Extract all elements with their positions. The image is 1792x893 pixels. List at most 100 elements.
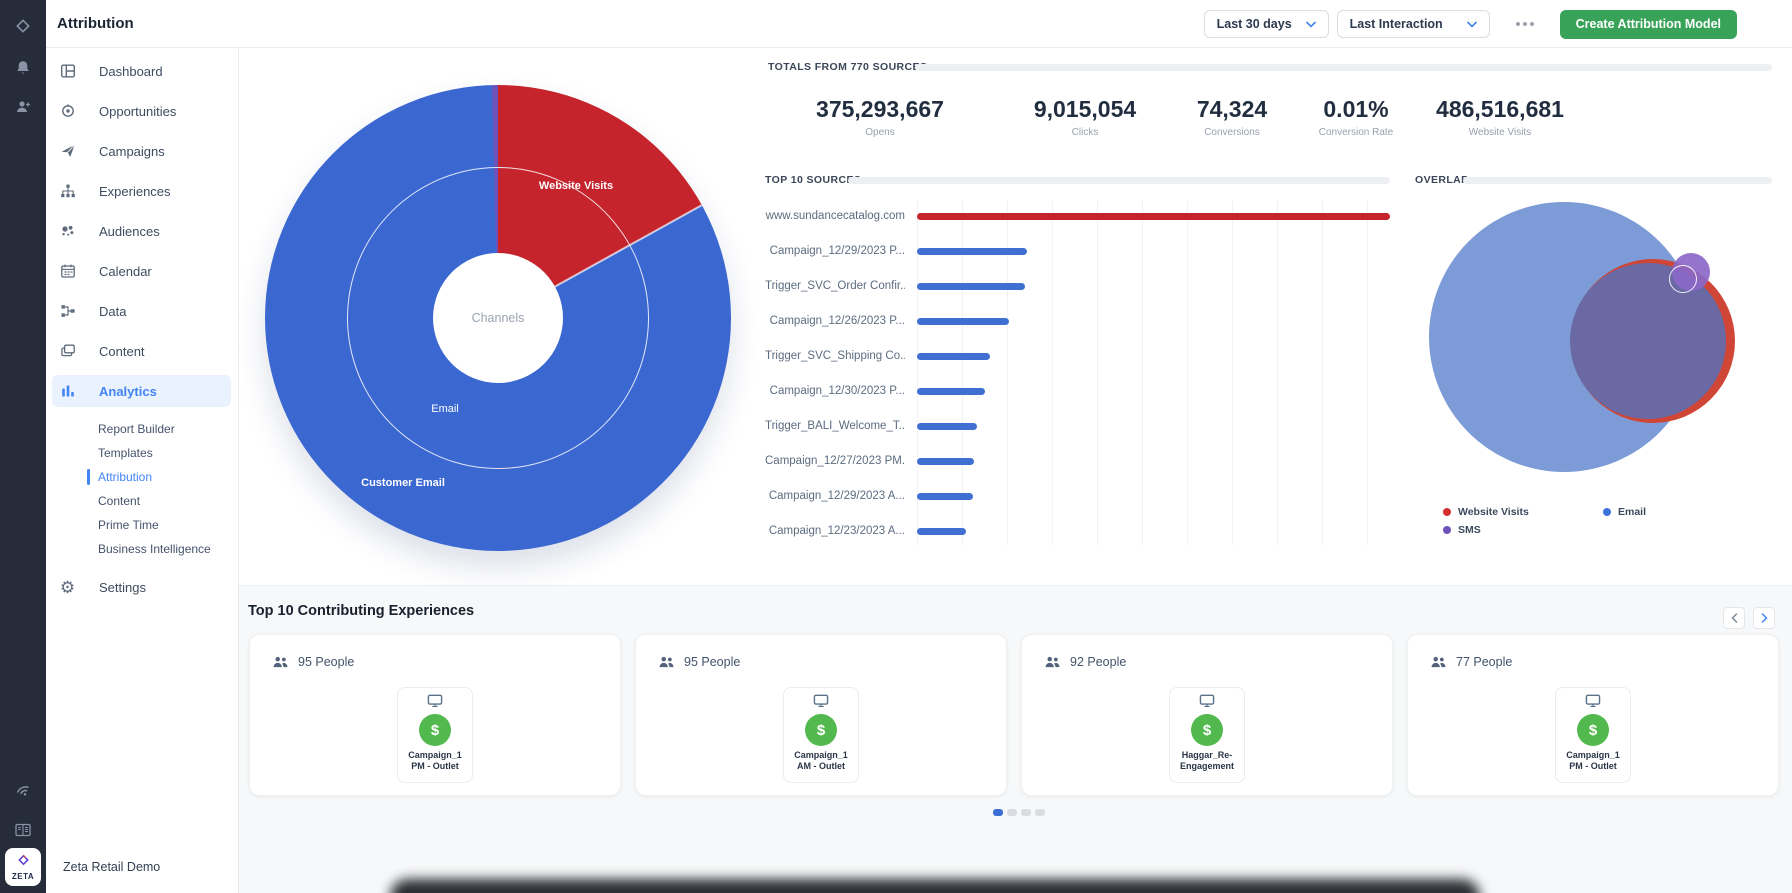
sidebar-item-calendar[interactable]: Calendar	[46, 251, 238, 291]
stat-opens: 375,293,667Opens	[770, 96, 990, 138]
experience-people-count: 95 People	[298, 655, 354, 669]
sidebar-item-opportunities[interactable]: Opportunities	[46, 91, 238, 131]
legend-item-sms: SMS	[1443, 524, 1481, 536]
channels-sunburst-chart[interactable]: Channels	[265, 85, 731, 551]
monitor-icon	[784, 694, 858, 710]
sidebar-subitem-attribution[interactable]: Attribution	[46, 465, 238, 489]
source-bar[interactable]	[917, 458, 974, 465]
experience-tile[interactable]: Campaign_1 AM - Outlet	[783, 687, 859, 783]
sidebar-item-content[interactable]: Content	[46, 331, 238, 371]
source-label[interactable]: www.sundancecatalog.com	[765, 210, 905, 222]
analytics-bars-icon	[59, 383, 76, 400]
source-bar[interactable]	[917, 528, 966, 535]
pagination-dot[interactable]	[1007, 809, 1017, 816]
notifications-bell-icon[interactable]	[0, 55, 46, 81]
source-bar-track	[917, 493, 1390, 500]
carousel-prev-button[interactable]	[1723, 607, 1745, 629]
experience-name: Campaign_1 AM - Outlet	[784, 750, 858, 771]
sidebar-item-label: Analytics	[99, 384, 157, 399]
sidebar-item-audiences[interactable]: Audiences	[46, 211, 238, 251]
source-label[interactable]: Trigger_SVC_Shipping Co...	[765, 350, 905, 362]
sidebar-item-label: Dashboard	[99, 64, 163, 79]
source-row: Campaign_12/29/2023 P...	[765, 243, 1391, 259]
date-range-select[interactable]: Last 30 days	[1204, 10, 1329, 38]
source-bar[interactable]	[917, 423, 977, 430]
stat-label: Opens	[770, 127, 990, 138]
source-label[interactable]: Campaign_12/26/2023 P...	[765, 315, 905, 327]
source-bar[interactable]	[917, 493, 973, 500]
sidebar-item-analytics[interactable]: Analytics	[52, 375, 231, 407]
sidebar-item-data[interactable]: Data	[46, 291, 238, 331]
target-icon	[59, 103, 76, 120]
source-row: Campaign_12/27/2023 PM...	[765, 453, 1391, 469]
source-bar[interactable]	[917, 283, 1025, 290]
source-row: www.sundancecatalog.com	[765, 208, 1391, 224]
source-bar[interactable]	[917, 353, 990, 360]
source-bar[interactable]	[917, 318, 1009, 325]
experience-tile[interactable]: Haggar_Re- Engagement	[1169, 687, 1245, 783]
top-sources-header: TOP 10 SOURCES	[765, 174, 861, 186]
venn-intersection-outline	[1669, 265, 1697, 293]
source-label[interactable]: Trigger_SVC_Order Confir...	[765, 280, 905, 292]
source-label[interactable]: Campaign_12/27/2023 PM...	[765, 455, 905, 467]
sidebar-subitem-label: Report Builder	[98, 422, 175, 436]
sidebar-item-settings[interactable]: ⚙Settings	[46, 567, 238, 607]
sidebar-item-campaigns[interactable]: Campaigns	[46, 131, 238, 171]
source-bar[interactable]	[917, 213, 1390, 220]
legend-dot-icon	[1443, 508, 1451, 516]
source-bar[interactable]	[917, 248, 1027, 255]
experience-card[interactable]: 92 PeopleHaggar_Re- Engagement	[1021, 634, 1393, 796]
icon-rail: ZETA	[0, 0, 46, 893]
source-label[interactable]: Campaign_12/29/2023 P...	[765, 245, 905, 257]
sidebar-item-experiences[interactable]: Experiences	[46, 171, 238, 211]
sidebar-subitem-report-builder[interactable]: Report Builder	[46, 417, 238, 441]
pagination-dot[interactable]	[993, 809, 1003, 816]
pagination-dot[interactable]	[1021, 809, 1031, 816]
experience-card[interactable]: 77 PeopleCampaign_1 PM - Outlet	[1407, 634, 1779, 796]
experience-card[interactable]: 95 PeopleCampaign_1 AM - Outlet	[635, 634, 1007, 796]
wedge-label-email: Email	[431, 403, 459, 415]
more-options-button[interactable]	[1512, 12, 1538, 36]
sidebar-subitem-label: Prime Time	[98, 518, 159, 532]
sidebar-subitem-templates[interactable]: Templates	[46, 441, 238, 465]
attribution-model-select[interactable]: Last Interaction	[1337, 10, 1490, 38]
source-bar-track	[917, 213, 1390, 220]
source-label[interactable]: Campaign_12/29/2023 A...	[765, 490, 905, 502]
source-label[interactable]: Campaign_12/30/2023 P...	[765, 385, 905, 397]
source-bar-track	[917, 248, 1390, 255]
sidebar-subitem-prime-time[interactable]: Prime Time	[46, 513, 238, 537]
topbar: Attribution Last 30 days Last Interactio…	[46, 0, 1792, 48]
sidebar-subitem-business-intelligence[interactable]: Business Intelligence	[46, 537, 238, 561]
sidebar-item-label: Audiences	[99, 224, 160, 239]
workspace-name[interactable]: Zeta Retail Demo	[63, 860, 160, 874]
source-label[interactable]: Campaign_12/23/2023 A...	[765, 525, 905, 537]
carousel-next-button[interactable]	[1753, 607, 1775, 629]
source-row: Campaign_12/30/2023 P...	[765, 383, 1391, 399]
hierarchy-icon	[59, 183, 76, 200]
sidebar-subitem-content[interactable]: Content	[46, 489, 238, 513]
wedge-label-website-visits: Website Visits	[539, 180, 613, 192]
source-row: Campaign_12/29/2023 A...	[765, 488, 1391, 504]
legend-dot-icon	[1603, 508, 1611, 516]
source-label[interactable]: Trigger_BALI_Welcome_T...	[765, 420, 905, 432]
sidebar-sub-list: Report Builder Templates Attribution Conten…	[46, 409, 238, 567]
source-bar-track	[917, 423, 1390, 430]
docs-book-icon[interactable]	[0, 817, 46, 843]
experience-tile[interactable]: Campaign_1 PM - Outlet	[397, 687, 473, 783]
zeta-logo[interactable]: ZETA	[5, 848, 41, 886]
top-sources-chart: www.sundancecatalog.com Campaign_12/29/20…	[765, 208, 1391, 548]
source-bar[interactable]	[917, 388, 985, 395]
sidebar-subitem-label: Attribution	[98, 470, 152, 484]
totals-divider	[915, 64, 1772, 71]
add-user-icon[interactable]	[0, 94, 46, 120]
experience-card[interactable]: 95 People Campaign_1 PM - Outlet	[249, 634, 621, 796]
source-row: Trigger_SVC_Order Confir...	[765, 278, 1391, 294]
source-bar-track	[917, 528, 1390, 535]
active-indicator	[87, 469, 90, 485]
create-attribution-model-button[interactable]: Create Attribution Model	[1560, 10, 1737, 39]
app-logo-diamond-icon[interactable]	[0, 13, 46, 39]
signal-icon[interactable]	[0, 777, 46, 803]
sidebar-item-dashboard[interactable]: Dashboard	[46, 51, 238, 91]
experience-tile[interactable]: Campaign_1 PM - Outlet	[1555, 687, 1631, 783]
pagination-dot[interactable]	[1035, 809, 1045, 816]
